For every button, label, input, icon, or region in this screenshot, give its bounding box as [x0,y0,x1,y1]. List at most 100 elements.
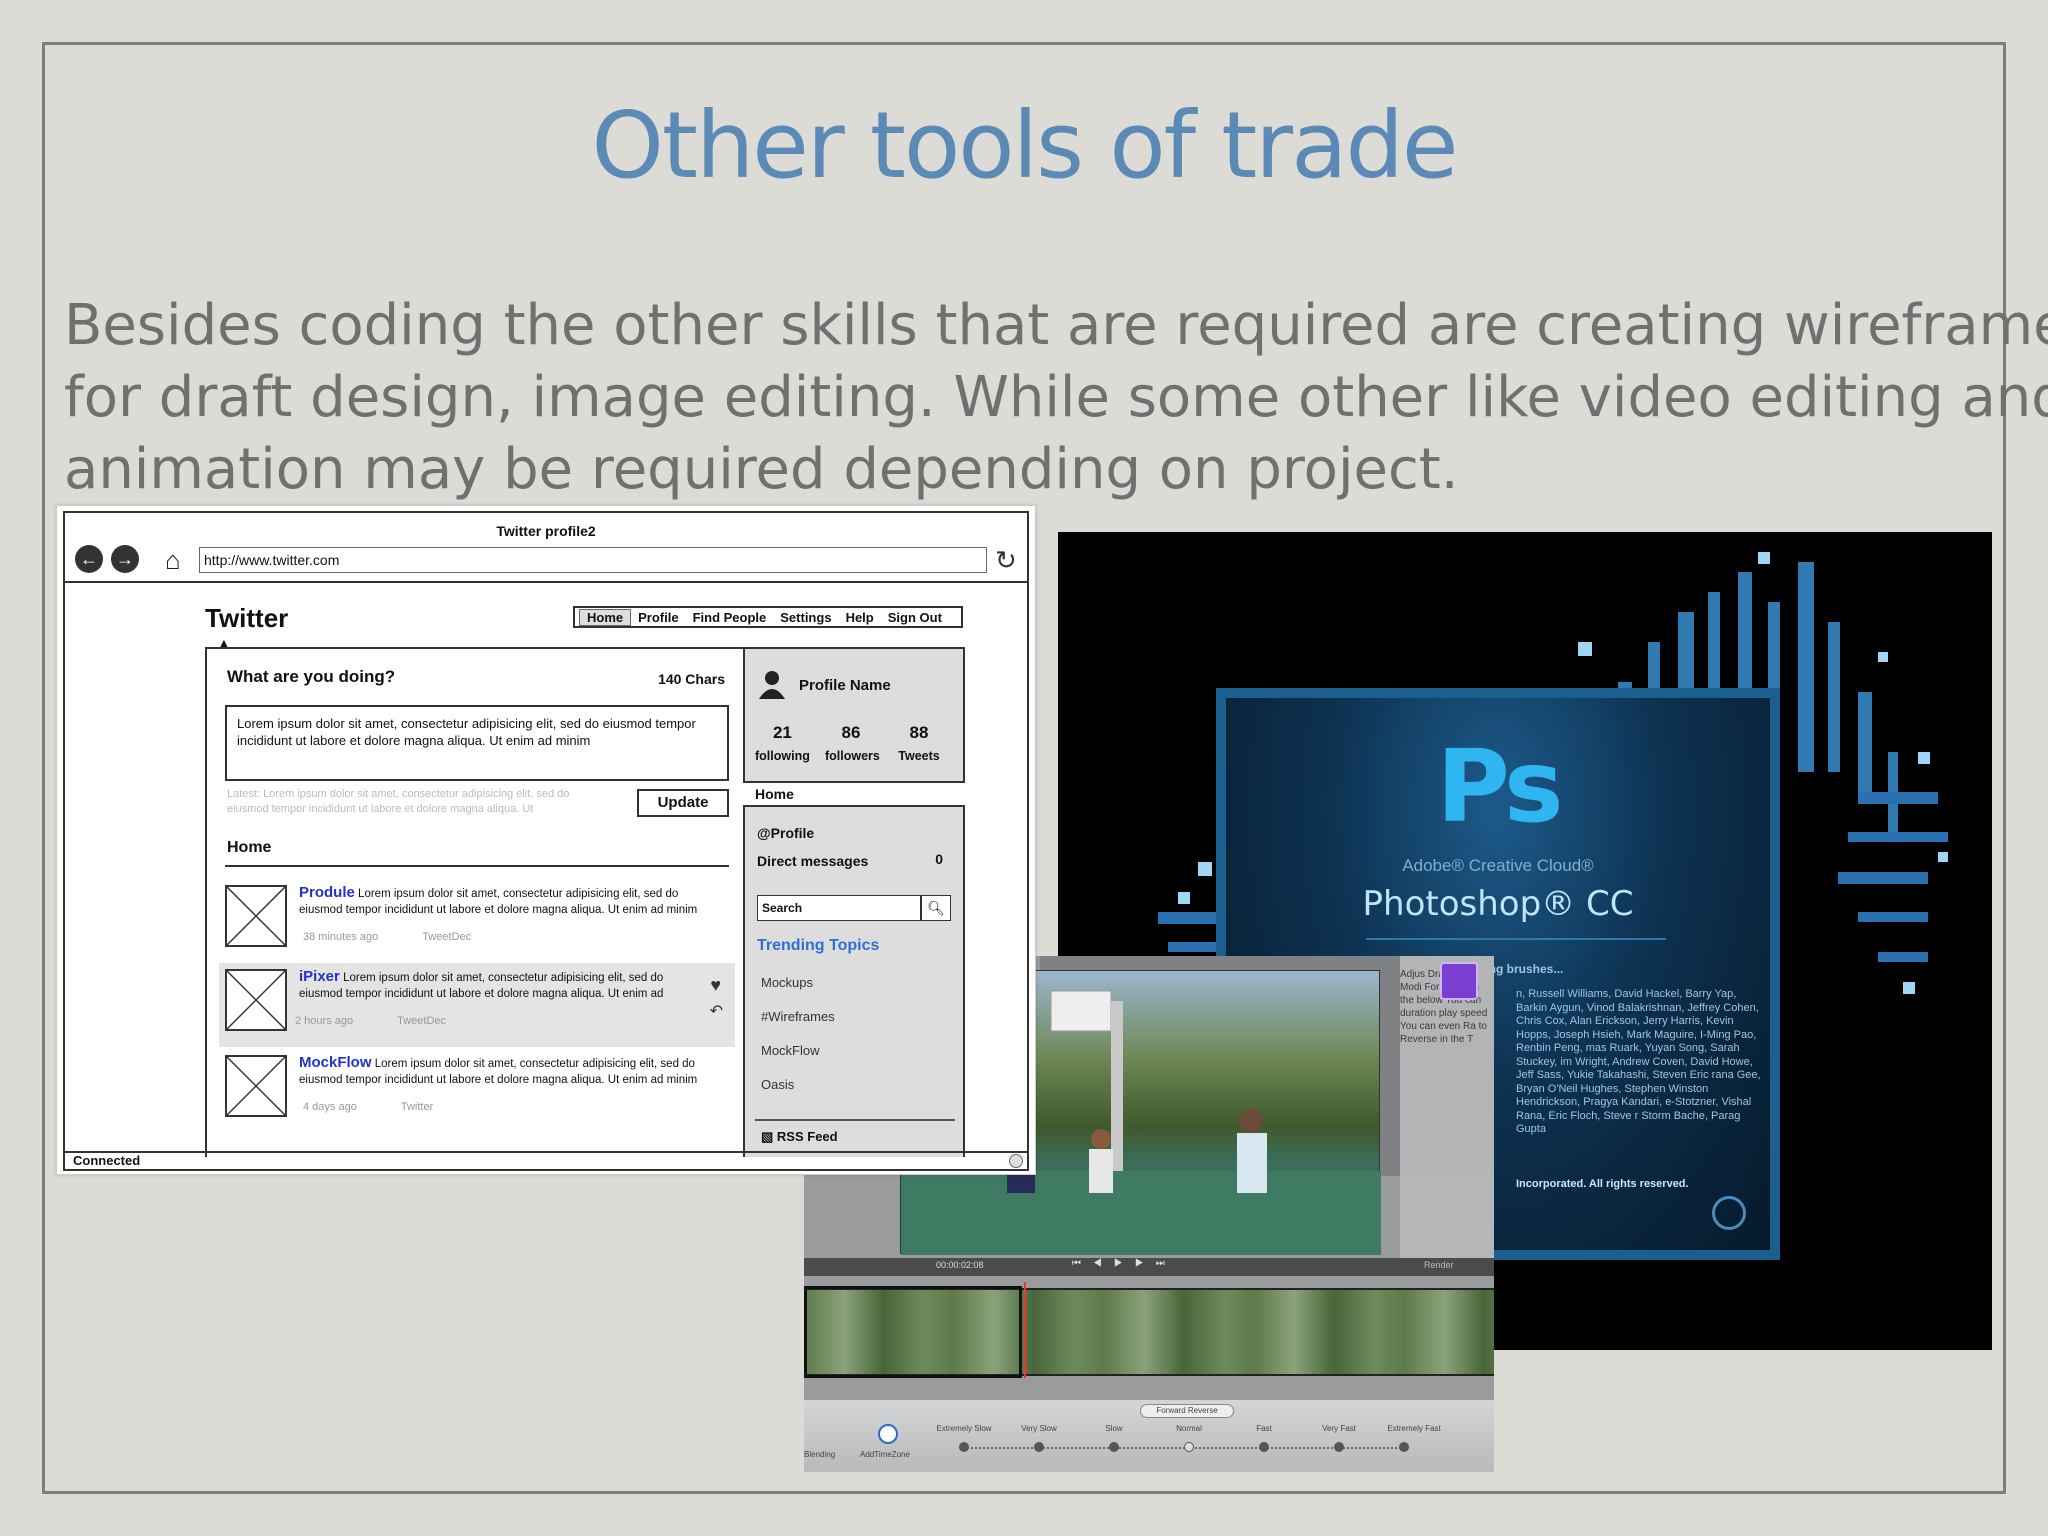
ps-divider [1366,938,1666,940]
ps-subtitle: Adobe® Creative Cloud® [1402,856,1594,875]
globe-icon [1009,1154,1023,1168]
trending-title: Trending Topics [757,937,880,954]
filmstrip-selection[interactable] [804,1286,1022,1378]
profile-sidebar: Profile Name 21 following 86 followers 88 T… [743,647,965,1157]
rss-divider [755,1119,955,1121]
trending-item[interactable]: Oasis [761,1077,794,1092]
tweet-source: Twitter [400,1101,434,1113]
tweet-body: Lorem ipsum dolor sit amet, consectetur … [299,972,664,1000]
tweet-meta: 38 minutes ago TweetDec [303,931,515,943]
speed-stop[interactable] [959,1442,969,1452]
trending-item[interactable]: #Wireframes [761,1009,835,1024]
stat-value: 86 [841,723,861,742]
nav-profile[interactable]: Profile [631,610,685,625]
tweet-source: TweetDec [397,1015,447,1027]
avatar-placeholder [225,885,287,947]
tweet-meta: 2 hours ago TweetDec [295,1015,490,1027]
nav-settings[interactable]: Settings [773,610,838,625]
dm-count: 0 [935,851,943,867]
stat-followers[interactable]: 86 followers [825,723,880,763]
ps-credits: n, Russell Williams, David Hackel, Barry… [1516,988,1761,1135]
rss-feed-link[interactable]: ▧ RSS Feed [761,1129,838,1145]
nav-sign-out[interactable]: Sign Out [881,610,949,625]
twitter-wireframe-mockup: Twitter profile2 ← → ⌂ http://www.twitte… [56,505,1036,1175]
render-button[interactable]: Render [1424,1260,1454,1270]
clock-icon[interactable] [878,1424,898,1444]
tweet-item[interactable]: iPixer Lorem ipsum dolor sit amet, conse… [219,963,735,1047]
favorite-icon[interactable]: ♥ [710,975,721,996]
stat-following[interactable]: 21 following [755,723,810,763]
brand-title: Twitter [205,603,289,633]
tweet-text: iPixer Lorem ipsum dolor sit amet, conse… [299,969,699,1002]
nav-home[interactable]: Home [579,608,632,626]
speed-stop[interactable] [1399,1442,1409,1452]
film-icon[interactable] [1440,962,1478,1000]
tweet-user[interactable]: MockFlow [299,1054,372,1071]
speed-label: Extremely Slow [936,1424,992,1433]
stat-label: Tweets [898,749,940,763]
tweet-time: 38 minutes ago [303,931,379,943]
stat-label: following [755,749,810,763]
wireframe-window: Twitter profile2 ← → ⌂ http://www.twitte… [63,511,1029,1171]
update-button[interactable]: Update [637,789,729,817]
status-bar: Connected [65,1151,1027,1169]
body-line-1: Besides coding the other skills that are… [64,293,2048,358]
window-title: Twitter profile2 [496,523,596,539]
add-timezone-label[interactable]: AddTimeZone [860,1450,910,1459]
speed-stop[interactable] [1034,1442,1044,1452]
stat-value: 21 [772,723,792,742]
status-textarea[interactable]: Lorem ipsum dolor sit amet, consectetur … [225,705,729,781]
blending-label[interactable]: Blending [804,1450,835,1459]
sidebar-search-input[interactable]: Search [757,895,921,921]
trending-item[interactable]: Mockups [761,975,813,990]
status-text: Connected [73,1153,141,1168]
speed-slider-thumb[interactable] [1184,1442,1194,1452]
timeline-divider [225,865,729,867]
stat-tweets[interactable]: 88 Tweets [895,723,943,763]
tweet-user[interactable]: Produle [299,884,355,901]
speed-label: Very Slow [1021,1424,1057,1433]
speed-stop[interactable] [1109,1442,1119,1452]
transport-controls[interactable]: ⏮◀▶▶⏭ [1072,1258,1177,1269]
timeline-column: What are you doing? 140 Chars Lorem ipsu… [205,647,745,1157]
speed-label: Slow [1105,1424,1123,1433]
speed-label: Fast [1256,1424,1272,1433]
nav-find-people[interactable]: Find People [686,610,774,625]
profile-name[interactable]: Profile Name [799,677,891,694]
forward-icon[interactable]: → [111,545,139,573]
home-icon[interactable]: ⌂ [165,547,181,573]
tweet-item[interactable]: MockFlow Lorem ipsum dolor sit amet, con… [219,1049,735,1133]
reply-icon[interactable]: ↶ [710,1001,723,1021]
ps-product-name: Photoshop® CC [1362,884,1634,924]
sidebar-item-direct-messages[interactable]: Direct messages [757,853,868,869]
url-bar[interactable]: http://www.twitter.com [199,547,987,573]
ps-copyright: Incorporated. All rights reserved. [1516,1178,1689,1190]
ps-logo: Ps [1436,728,1563,845]
sidebar-item-profile[interactable]: @Profile [757,825,814,841]
tweet-body: Lorem ipsum dolor sit amet, consectetur … [299,888,698,916]
top-nav: Home Profile Find People Settings Help S… [573,606,963,628]
tweet-text: Produle Lorem ipsum dolor sit amet, cons… [299,885,719,918]
tweet-meta: 4 days ago Twitter [303,1101,477,1113]
refresh-icon[interactable]: ↻ [995,545,1017,576]
timeline-heading: Home [227,839,272,856]
body-line-3: animation may be required depending on p… [64,437,1459,502]
direction-toggle[interactable]: Forward Reverse [1140,1404,1234,1418]
back-icon[interactable]: ← [75,545,103,573]
timecode: 00:00:02:08 [936,1260,984,1270]
tweet-item[interactable]: Produle Lorem ipsum dolor sit amet, cons… [219,879,735,963]
speed-stop[interactable] [1259,1442,1269,1452]
sidebar-item-home[interactable]: Home [743,781,965,807]
composer-question: What are you doing? [227,667,396,686]
tweet-user[interactable]: iPixer [299,968,340,985]
slide-title: Other tools of trade [591,92,1458,199]
creative-cloud-icon [1712,1196,1746,1230]
trending-item[interactable]: MockFlow [761,1043,820,1058]
avatar-placeholder [225,969,287,1031]
rss-icon: ▧ [761,1129,777,1144]
speed-stop[interactable] [1334,1442,1344,1452]
search-icon[interactable]: 🔍︎ [921,895,951,921]
rss-label: RSS Feed [776,1129,838,1144]
nav-help[interactable]: Help [839,610,881,625]
playhead[interactable] [1024,1282,1026,1378]
